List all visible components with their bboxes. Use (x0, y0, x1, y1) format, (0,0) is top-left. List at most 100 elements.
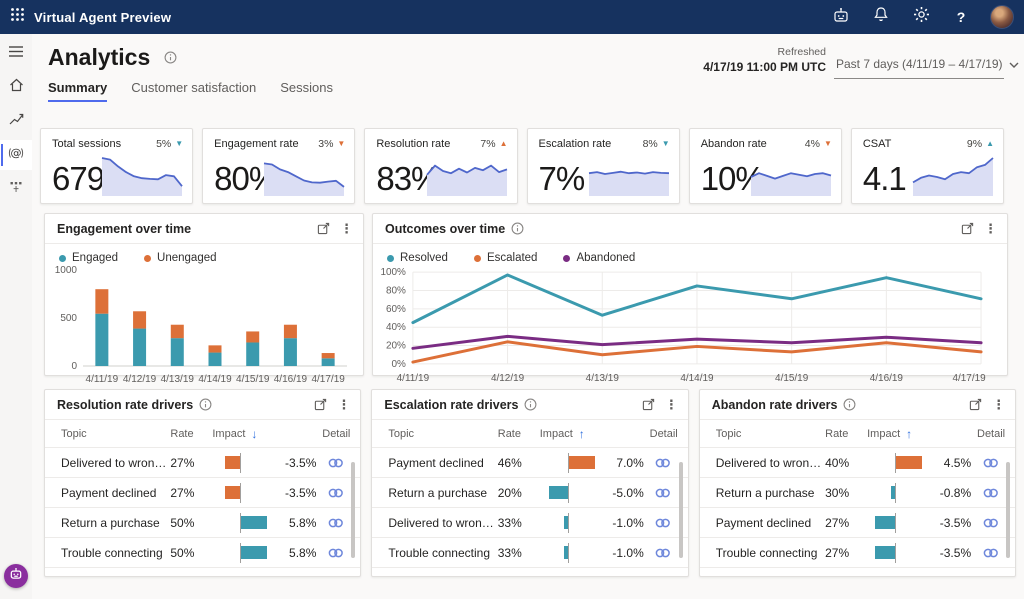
col-topic: Topic (715, 427, 742, 440)
rate-cell: 30% (825, 485, 850, 500)
nav-menu-button[interactable] (0, 38, 32, 68)
app-launcher-button[interactable] (0, 0, 34, 34)
expand-icon[interactable] (317, 222, 330, 235)
bot-preview-button[interactable] (830, 6, 852, 28)
tab-customer-satisfaction[interactable]: Customer satisfaction (131, 80, 256, 102)
table-row[interactable]: Payment declined 27% -3.5% (699, 508, 1016, 538)
detail-link-icon[interactable] (318, 486, 352, 500)
impact-bar-cell (867, 482, 929, 503)
bot-chat-fab[interactable] (4, 564, 28, 588)
tab-sessions[interactable]: Sessions (280, 80, 333, 102)
legend-dot-icon (59, 254, 66, 262)
notifications-button[interactable] (870, 6, 892, 28)
detail-link-icon[interactable] (973, 546, 1007, 560)
kpi-label: Abandon rate (700, 138, 767, 150)
kpi-label: Total sessions (52, 138, 122, 150)
impact-bar-cell (212, 512, 274, 533)
legend-dot-icon (473, 254, 481, 262)
svg-text:80%: 80% (386, 286, 406, 297)
kpi-total-sessions: Total sessions 5% ▼ 679 (40, 128, 194, 204)
app-title: Virtual Agent Preview (34, 9, 172, 25)
help-button[interactable]: ? (950, 6, 972, 28)
tab-summary[interactable]: Summary (48, 80, 108, 102)
drivers-table: Topic Rate Impact ↓ Detail Delivered to wron…… (45, 420, 361, 568)
more-options-icon[interactable]: ⋮ (665, 398, 678, 411)
more-options-icon[interactable]: ⋮ (340, 222, 353, 235)
expand-icon[interactable] (961, 222, 974, 235)
col-impact[interactable]: Impact ↓ (212, 427, 274, 441)
detail-link-icon[interactable] (646, 546, 680, 560)
more-options-icon[interactable]: ⋮ (984, 222, 997, 235)
impact-value-cell: -3.5% (285, 485, 317, 500)
col-rate: Rate (497, 427, 521, 440)
detail-link-icon[interactable] (973, 516, 1007, 530)
detail-link-icon[interactable] (318, 456, 352, 470)
more-options-icon[interactable]: ⋮ (337, 398, 350, 411)
more-options-icon[interactable]: ⋮ (992, 398, 1005, 411)
info-icon[interactable] (524, 398, 537, 411)
impact-bar-cell (540, 452, 602, 473)
analytics-info-icon[interactable] (164, 51, 177, 64)
impact-value-cell: -0.8% (939, 485, 972, 500)
topic-cell: Payment declined (388, 455, 484, 470)
sort-arrow-icon: ↑ (578, 426, 585, 441)
detail-link-icon[interactable] (318, 516, 352, 530)
table-row[interactable]: Delivered to wron… 27% -3.5% (45, 448, 361, 478)
detail-link-icon[interactable] (646, 486, 680, 500)
sidebar-item-current[interactable]: @ (0, 140, 32, 170)
table-row[interactable]: Trouble connecting 33% -1.0% (372, 538, 688, 568)
expand-icon[interactable] (642, 398, 655, 411)
detail-link-icon[interactable] (318, 546, 352, 560)
legend-item[interactable]: Abandoned (563, 252, 635, 264)
drivers-row: Resolution rate drivers ⋮ Topic Rate Impac… (44, 389, 1017, 577)
table-row[interactable]: Payment declined 27% -3.5% (45, 478, 361, 508)
rate-cell: 20% (497, 485, 522, 500)
main-content: Analytics Summary Customer satisfaction … (32, 34, 1024, 599)
table-row[interactable]: Return a purchase 30% -0.8% (699, 478, 1016, 508)
detail-link-icon[interactable] (973, 486, 1007, 500)
info-icon[interactable] (843, 398, 856, 411)
sidebar-item-analytics[interactable] (0, 106, 32, 136)
legend-item[interactable]: Engaged (59, 252, 118, 264)
sidebar-item-home[interactable] (0, 72, 32, 102)
table-row[interactable]: Delivered to wron… 33% -1.0% (372, 508, 688, 538)
table-row[interactable]: Delivered to wron… 40% 4.5% (699, 448, 1016, 478)
svg-text:4/15/19: 4/15/19 (775, 373, 809, 384)
kpi-delta: 7% ▲ (480, 138, 508, 150)
info-icon[interactable] (511, 222, 524, 235)
expand-icon[interactable] (969, 398, 982, 411)
kpi-label: CSAT (862, 138, 892, 150)
legend-item[interactable]: Resolved (387, 252, 448, 264)
chevron-down-icon (1009, 55, 1019, 73)
table-scrollbar[interactable] (678, 462, 683, 558)
svg-text:40%: 40% (386, 322, 406, 333)
expand-icon[interactable] (314, 398, 327, 411)
detail-link-icon[interactable] (973, 456, 1007, 470)
trend-triangle-icon: ▼ (175, 139, 184, 148)
legend-item[interactable]: Escalated (473, 252, 537, 264)
col-impact[interactable]: Impact ↑ (867, 427, 929, 441)
date-range-dropdown[interactable]: Past 7 days (4/11/19 – 4/17/19) (834, 52, 1019, 79)
table-row[interactable]: Trouble connecting 27% -3.5% (699, 538, 1016, 568)
topic-cell: Return a purchase (715, 485, 815, 500)
avatar[interactable] (990, 5, 1014, 29)
detail-link-icon[interactable] (646, 516, 680, 530)
col-topic: Topic (61, 427, 87, 440)
col-rate: Rate (170, 427, 194, 440)
kpi-resolution-rate: Resolution rate 7% ▲ 83% (364, 128, 518, 204)
table-row[interactable]: Payment declined 46% 7.0% (372, 448, 688, 478)
rate-cell: 27% (170, 455, 195, 470)
detail-link-icon[interactable] (646, 456, 680, 470)
table-scrollbar[interactable] (351, 462, 356, 558)
info-icon[interactable] (199, 398, 212, 411)
table-scrollbar[interactable] (1006, 462, 1011, 558)
col-impact[interactable]: Impact ↑ (540, 427, 602, 441)
col-detail: Detail (977, 427, 1006, 440)
table-row[interactable]: Return a purchase 50% 5.8% (45, 508, 361, 538)
sidebar-item-entities[interactable] (0, 174, 32, 204)
settings-button[interactable] (910, 6, 932, 28)
legend-item[interactable]: Unengaged (144, 252, 217, 264)
table-row[interactable]: Trouble connecting 50% 5.8% (45, 538, 361, 568)
table-row[interactable]: Return a purchase 20% -5.0% (372, 478, 688, 508)
rate-cell: 50% (170, 545, 195, 560)
